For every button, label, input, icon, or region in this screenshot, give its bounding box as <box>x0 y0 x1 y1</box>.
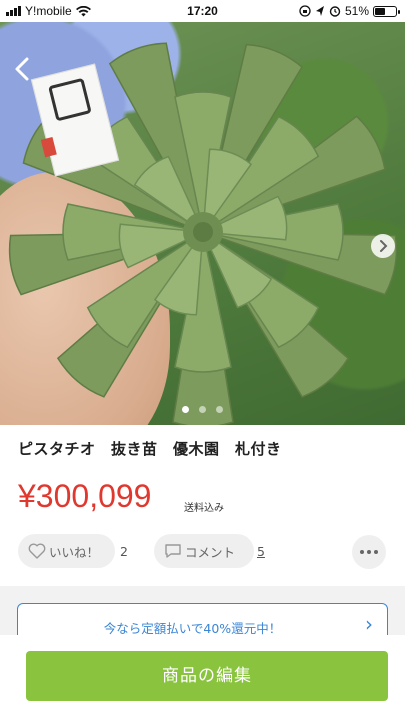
battery-fill <box>375 7 386 15</box>
pagination-dot[interactable] <box>182 406 189 413</box>
chevron-right-icon <box>380 240 388 252</box>
battery-icon <box>373 5 400 17</box>
status-bar: Y!mobile 17:20 51% <box>0 0 405 22</box>
product-image[interactable] <box>0 22 405 425</box>
like-button[interactable]: いいね！ <box>18 534 115 568</box>
more-dot-icon <box>374 550 378 554</box>
comment-count[interactable]: 5 <box>257 544 265 559</box>
product-title: ピスタチオ 抜き苗 優木園 札付き <box>18 440 282 458</box>
image-pagination <box>0 406 405 413</box>
next-image-button[interactable] <box>371 234 395 258</box>
location-icon <box>315 6 324 16</box>
orientation-lock-icon <box>299 5 311 17</box>
bottom-action-bar: 商品の編集 <box>0 635 405 720</box>
more-dot-icon <box>367 550 371 554</box>
like-count: 2 <box>120 544 128 559</box>
pagination-dot[interactable] <box>199 406 206 413</box>
like-label: いいね！ <box>49 544 100 560</box>
more-options-button[interactable] <box>352 535 386 569</box>
pagination-dot[interactable] <box>216 406 223 413</box>
alarm-icon <box>329 6 341 17</box>
edit-item-button[interactable]: 商品の編集 <box>26 651 388 701</box>
comment-button[interactable]: コメント <box>154 534 254 568</box>
battery-percent: 51% <box>344 4 369 18</box>
comment-label: コメント <box>185 544 236 560</box>
chevron-left-icon <box>15 57 29 81</box>
product-price: ¥300,099 <box>18 478 152 514</box>
status-icons: 51% <box>299 4 400 18</box>
more-dot-icon <box>360 550 364 554</box>
chevron-right-icon: › <box>365 612 373 636</box>
comment-icon <box>164 543 182 559</box>
heart-icon <box>28 543 46 559</box>
shipping-included-note: 送料込み <box>184 503 224 514</box>
tag-logo <box>48 77 92 122</box>
back-button[interactable] <box>12 56 36 82</box>
